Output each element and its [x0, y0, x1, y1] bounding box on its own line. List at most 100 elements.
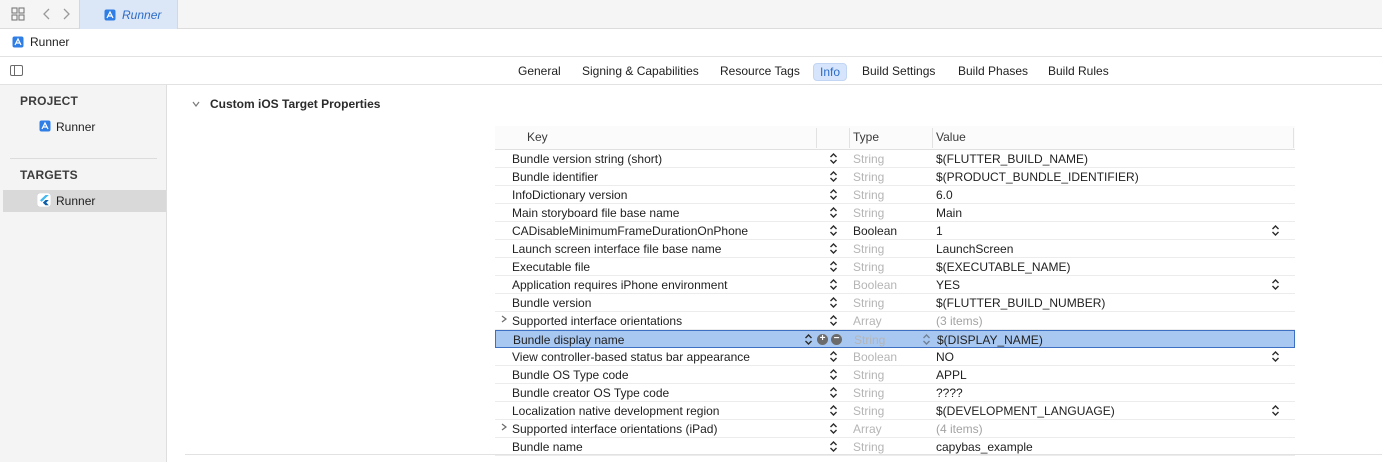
- value-stepper-icon[interactable]: [1271, 350, 1280, 363]
- key-stepper-icon[interactable]: [804, 333, 813, 346]
- table-row[interactable]: Application requires iPhone environment B…: [495, 276, 1295, 294]
- chevron-left-icon[interactable]: [40, 7, 54, 21]
- row-value[interactable]: APPL: [936, 368, 967, 382]
- table-row[interactable]: Bundle identifier String $(PRODUCT_BUNDLE_…: [495, 168, 1295, 186]
- row-key[interactable]: Bundle version: [512, 296, 591, 310]
- row-value[interactable]: (3 items): [936, 314, 983, 328]
- add-row-button[interactable]: +: [817, 334, 828, 345]
- key-stepper-icon[interactable]: [829, 386, 838, 399]
- row-value[interactable]: $(DISPLAY_NAME): [937, 333, 1043, 347]
- row-key[interactable]: View controller-based status bar appeara…: [512, 350, 750, 364]
- row-value[interactable]: (4 items): [936, 422, 983, 436]
- table-row[interactable]: View controller-based status bar appeara…: [495, 348, 1295, 366]
- tab-signing-capabilities[interactable]: Signing & Capabilities: [576, 63, 705, 81]
- tab-build-phases[interactable]: Build Phases: [952, 63, 1034, 81]
- table-row[interactable]: CADisableMinimumFrameDurationOnPhone Bool…: [495, 222, 1295, 240]
- row-type[interactable]: String: [853, 260, 884, 274]
- column-header-key[interactable]: Key: [527, 130, 548, 144]
- type-stepper-icon[interactable]: [922, 333, 931, 346]
- remove-row-button[interactable]: −: [831, 334, 842, 345]
- row-key[interactable]: Supported interface orientations: [512, 314, 682, 328]
- value-stepper-icon[interactable]: [1271, 224, 1280, 237]
- row-type[interactable]: Boolean: [853, 350, 897, 364]
- table-row[interactable]: Launch screen interface file base name St…: [495, 240, 1295, 258]
- row-value[interactable]: 6.0: [936, 188, 953, 202]
- tab-runner[interactable]: Runner: [79, 0, 178, 29]
- row-type[interactable]: Array: [853, 422, 882, 436]
- key-stepper-icon[interactable]: [829, 278, 838, 291]
- row-value[interactable]: NO: [936, 350, 954, 364]
- row-type[interactable]: String: [853, 170, 884, 184]
- row-value[interactable]: 1: [936, 224, 943, 238]
- row-value[interactable]: $(EXECUTABLE_NAME): [936, 260, 1070, 274]
- row-value[interactable]: capybas_example: [936, 440, 1033, 454]
- row-key[interactable]: Localization native development region: [512, 404, 719, 418]
- row-key[interactable]: CADisableMinimumFrameDurationOnPhone: [512, 224, 748, 238]
- key-stepper-icon[interactable]: [829, 152, 838, 165]
- row-value[interactable]: $(FLUTTER_BUILD_NUMBER): [936, 296, 1105, 310]
- column-header-type[interactable]: Type: [853, 130, 879, 144]
- row-key[interactable]: Bundle identifier: [512, 170, 598, 184]
- table-row[interactable]: Supported interface orientations (iPad) A…: [495, 420, 1295, 438]
- tab-build-settings[interactable]: Build Settings: [856, 63, 941, 81]
- row-type[interactable]: String: [853, 386, 884, 400]
- row-key[interactable]: Bundle version string (short): [512, 152, 662, 166]
- grid-icon[interactable]: [11, 7, 25, 21]
- tab-resource-tags[interactable]: Resource Tags: [714, 63, 806, 81]
- row-type[interactable]: Array: [853, 314, 882, 328]
- row-type[interactable]: Boolean: [853, 278, 897, 292]
- row-key[interactable]: Bundle creator OS Type code: [512, 386, 669, 400]
- key-stepper-icon[interactable]: [829, 350, 838, 363]
- table-row[interactable]: Main storyboard file base name String Main: [495, 204, 1295, 222]
- row-type[interactable]: String: [853, 152, 884, 166]
- sidebar-item-target-runner[interactable]: Runner: [3, 190, 166, 212]
- row-type[interactable]: String: [853, 206, 884, 220]
- row-value[interactable]: LaunchScreen: [936, 242, 1013, 256]
- key-stepper-icon[interactable]: [829, 296, 838, 309]
- row-type[interactable]: String: [853, 188, 884, 202]
- key-stepper-icon[interactable]: [829, 440, 838, 453]
- chevron-right-icon[interactable]: [59, 7, 73, 21]
- value-stepper-icon[interactable]: [1271, 278, 1280, 291]
- row-type[interactable]: String: [853, 440, 884, 454]
- key-stepper-icon[interactable]: [829, 188, 838, 201]
- table-row[interactable]: Bundle version string (short) String $(FLU…: [495, 150, 1295, 168]
- key-stepper-icon[interactable]: [829, 404, 838, 417]
- key-stepper-icon[interactable]: [829, 260, 838, 273]
- row-value[interactable]: Main: [936, 206, 962, 220]
- table-row[interactable]: Localization native development region St…: [495, 402, 1295, 420]
- row-type[interactable]: String: [854, 333, 885, 347]
- row-key[interactable]: Application requires iPhone environment: [512, 278, 727, 292]
- row-key[interactable]: Bundle display name: [513, 333, 624, 347]
- row-key[interactable]: Executable file: [512, 260, 590, 274]
- tab-general[interactable]: General: [512, 63, 567, 81]
- row-type[interactable]: Boolean: [853, 224, 897, 238]
- row-value[interactable]: $(PRODUCT_BUNDLE_IDENTIFIER): [936, 170, 1139, 184]
- row-type[interactable]: String: [853, 296, 884, 310]
- row-type[interactable]: String: [853, 368, 884, 382]
- row-key[interactable]: Launch screen interface file base name: [512, 242, 721, 256]
- key-stepper-icon[interactable]: [829, 206, 838, 219]
- key-stepper-icon[interactable]: [829, 224, 838, 237]
- value-stepper-icon[interactable]: [1271, 404, 1280, 417]
- sidebar-item-project-runner[interactable]: Runner: [3, 116, 166, 138]
- sidebar-toggle-icon[interactable]: [10, 65, 23, 76]
- table-row[interactable]: Supported interface orientations Array (3 …: [495, 312, 1295, 330]
- row-key[interactable]: InfoDictionary version: [512, 188, 627, 202]
- row-key[interactable]: Bundle name: [512, 440, 583, 454]
- key-stepper-icon[interactable]: [829, 422, 838, 435]
- table-row[interactable]: InfoDictionary version String 6.0: [495, 186, 1295, 204]
- table-row[interactable]: Executable file String $(EXECUTABLE_NAME): [495, 258, 1295, 276]
- tab-info[interactable]: Info: [813, 63, 848, 81]
- column-header-value[interactable]: Value: [936, 130, 966, 144]
- row-value[interactable]: YES: [936, 278, 960, 292]
- row-key[interactable]: Bundle OS Type code: [512, 368, 629, 382]
- disclosure-chevron-icon[interactable]: [500, 421, 508, 436]
- key-stepper-icon[interactable]: [829, 368, 838, 381]
- table-row[interactable]: Bundle display name + − String $(DISPLAY_NAM…: [495, 330, 1295, 348]
- breadcrumb-item-runner[interactable]: Runner: [30, 35, 69, 49]
- tab-build-rules[interactable]: Build Rules: [1042, 63, 1115, 81]
- row-key[interactable]: Supported interface orientations (iPad): [512, 422, 717, 436]
- row-value[interactable]: ????: [936, 386, 963, 400]
- row-value[interactable]: $(FLUTTER_BUILD_NAME): [936, 152, 1088, 166]
